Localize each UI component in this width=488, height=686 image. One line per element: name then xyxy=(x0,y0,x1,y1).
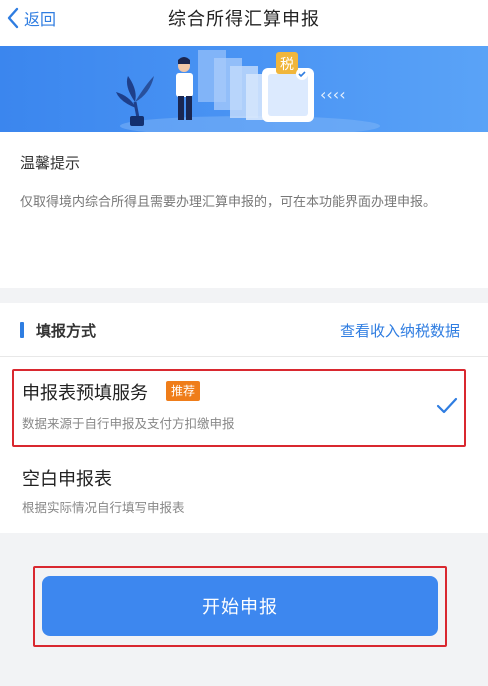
plant-icon xyxy=(116,76,154,126)
svg-text:税: 税 xyxy=(280,57,294,73)
view-income-tax-data-link[interactable]: 查看收入纳税数据 xyxy=(340,320,460,341)
app-screen: 返回 综合所得汇算申报 税 ‹‹‹‹ 温馨提示 仅取得境内综合所得且需要办理汇算… xyxy=(0,0,488,686)
section-accent-bar xyxy=(20,322,24,338)
tip-title: 温馨提示 xyxy=(20,154,81,172)
divider xyxy=(0,356,488,357)
tip-card: 温馨提示 仅取得境内综合所得且需要办理汇算申报的，可在本功能界面办理申报。 xyxy=(0,132,488,288)
option-title: 申报表预填服务 xyxy=(22,383,148,404)
checkmark-icon xyxy=(436,397,458,419)
option-title: 空白申报表 xyxy=(22,469,112,490)
page-title: 综合所得汇算申报 xyxy=(168,9,320,30)
option-subtitle: 数据来源于自行申报及支付方扣缴申报 xyxy=(22,416,235,431)
filing-method-card: 填报方式 查看收入纳税数据 申报表预填服务 推荐 数据来源于自行申报及支付方扣缴… xyxy=(0,303,488,533)
option-blank-form[interactable]: 空白申报表 根据实际情况自行填写申报表 xyxy=(0,455,488,525)
recommend-badge: 推荐 xyxy=(166,381,201,401)
banner-illustration: 税 ‹‹‹‹ xyxy=(116,50,380,132)
tip-body: 仅取得境内综合所得且需要办理汇算申报的，可在本功能界面办理申报。 xyxy=(20,195,437,210)
section-header: 填报方式 查看收入纳税数据 xyxy=(0,303,488,357)
chevrons-icon: ‹‹‹‹ xyxy=(320,85,346,104)
nav-bar: 返回 综合所得汇算申报 xyxy=(0,0,488,46)
option-prefilled-service[interactable]: 申报表预填服务 推荐 数据来源于自行申报及支付方扣缴申报 xyxy=(0,369,488,447)
banner: 税 ‹‹‹‹ xyxy=(0,46,488,132)
start-filing-button[interactable]: 开始申报 xyxy=(42,576,438,636)
section-title: 填报方式 xyxy=(36,322,97,340)
person-figure xyxy=(176,57,193,120)
document-panels xyxy=(198,50,272,120)
option-subtitle: 根据实际情况自行填写申报表 xyxy=(22,500,185,515)
